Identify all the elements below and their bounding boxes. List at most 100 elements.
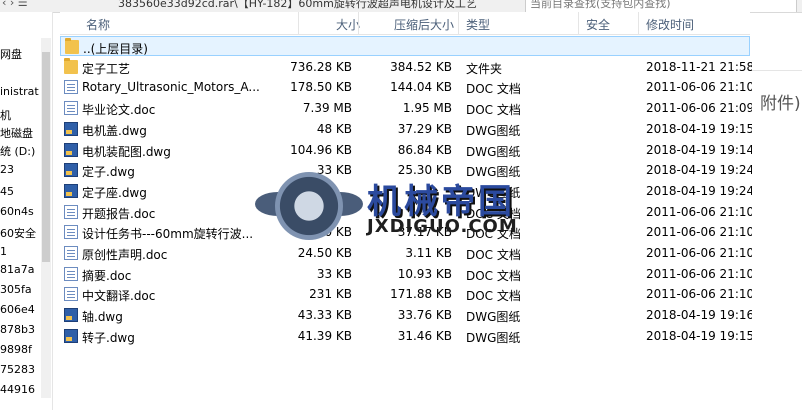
file-type: DOC 文档 [466,289,521,304]
breadcrumb-path[interactable]: 383560e33d92cd.rar\【HY-182】60mm旋转行波超声电机设… [118,0,477,11]
file-type: DWG图纸 [466,123,521,138]
file-packed-size: 3.11 KB [405,246,452,260]
file-row[interactable]: ..(上层目录) [60,36,750,56]
file-packed-size: 33.76 KB [397,308,452,323]
nav-scrollbar-thumb[interactable] [42,52,50,262]
file-packed-size: 10.93 KB [397,266,452,281]
nav-item[interactable]: 地磁盘 [0,125,33,141]
file-name: 电机装配图.dwg [82,144,171,159]
dwg-icon [64,328,78,343]
nav-item[interactable]: inistrat [0,85,39,98]
file-modified: 2018-04-19 19:15 [646,121,755,136]
col-security[interactable]: 安全 [586,16,610,33]
nav-item[interactable]: 81a7a [0,263,34,276]
chevron-icon[interactable]: ‹ › ☰ [2,0,28,9]
file-row[interactable]: 中文翻译.doc 231 KB 171.88 KB DOC 文档 2011-06-06 … [60,284,754,304]
doc-icon [64,287,78,302]
file-size: 48 KB [316,121,352,136]
file-name: 定子.dwg [82,165,135,180]
dwg-icon [64,121,78,136]
watermark-url: JXDIGUO.COM [367,216,518,237]
nav-item[interactable]: 75283 [0,363,35,376]
dwg-icon [64,183,78,198]
file-packed-size: 86.84 KB [397,142,452,157]
file-size: 231 KB [309,287,352,302]
file-name: ..(上层目录) [83,42,148,56]
nav-item[interactable]: 60n4s [0,205,34,218]
nav-item[interactable]: 网盘 [0,46,22,62]
col-type[interactable]: 类型 [466,16,490,33]
file-row[interactable]: Rotary_Ultrasonic_Motors_A... 178.50 KB 14… [60,77,754,97]
file-size: 33 KB [316,266,352,281]
nav-item[interactable]: 60安全 [0,225,36,241]
file-name: 原创性声明.doc [82,248,168,262]
nav-item[interactable]: 305fa [0,283,32,296]
file-packed-size: 171.88 KB [390,287,452,302]
file-row[interactable]: 定子工艺 736.28 KB 384.52 KB 文件夹 2018-11-21 21:5… [60,57,754,77]
col-modified[interactable]: 修改时间 [646,16,694,33]
doc-icon [64,266,78,281]
file-modified: 2018-04-19 19:14 [646,142,755,157]
file-packed-size: 37.29 KB [397,121,452,136]
file-modified: 2011-06-06 21:10 [646,246,755,260]
file-type: DOC 文档 [466,82,521,97]
file-row[interactable]: 毕业论文.doc 7.39 MB 1.95 MB DOC 文档 2011-06-06 2… [60,98,754,118]
col-size[interactable]: 大小 [336,16,360,33]
file-type: DWG图纸 [466,144,521,159]
doc-icon [64,225,78,240]
file-row[interactable]: 电机装配图.dwg 104.96 KB 86.84 KB DWG图纸 2018-04-1… [60,140,754,160]
file-modified: 2011-06-06 21:09 [646,101,755,116]
file-modified: 2011-06-06 21:10 [646,266,755,281]
file-modified: 2011-06-06 21:10 [646,80,755,95]
file-type: DWG图纸 [466,330,521,345]
col-packed[interactable]: 压缩后大小 [394,16,454,33]
nav-item[interactable]: 44916 [0,383,35,396]
col-name[interactable]: 名称 [86,16,110,33]
file-packed-size: 1.95 MB [402,101,452,116]
file-name: 定子座.dwg [82,185,147,200]
file-type: DOC 文档 [466,268,521,283]
doc-icon [64,204,78,219]
nav-item[interactable]: 606e4 [0,303,35,316]
file-modified: 2011-06-06 21:10 [646,287,755,302]
file-name: 中文翻译.doc [82,289,156,304]
file-modified: 2011-06-06 21:10 [646,225,755,240]
file-packed-size: 31.46 KB [397,328,452,343]
file-name: 电机盖.dwg [82,123,147,138]
nav-item[interactable]: 9898f [0,343,32,356]
file-row[interactable]: 转子.dwg 41.39 KB 31.46 KB DWG图纸 2018-04-19 19… [60,326,754,346]
file-modified: 2018-04-19 19:24 [646,163,755,178]
file-type: DWG图纸 [466,310,521,325]
file-name: 毕业论文.doc [82,103,156,118]
side-panel: 附件) [752,34,802,410]
dwg-icon [64,308,78,323]
dwg-icon [64,163,78,178]
file-name: 摘要.doc [82,268,132,283]
nav-item[interactable]: 统 (D:) [0,143,35,159]
file-modified: 2011-06-06 21:10 [646,204,755,219]
file-row[interactable]: 电机盖.dwg 48 KB 37.29 KB DWG图纸 2018-04-19 19:1… [60,119,754,139]
file-size: 24.50 KB [297,246,352,260]
nav-item[interactable]: 45 [0,185,14,198]
file-type: 文件夹 [466,61,503,76]
file-modified: 2018-04-19 19:24 [646,183,755,198]
nav-item[interactable]: 1 [0,245,7,258]
file-name: 设计任务书---60mm旋转行波... [82,227,254,242]
nav-item[interactable]: 23 [0,163,14,176]
nav-item[interactable]: 878b3 [0,323,35,336]
gear-icon [275,172,343,240]
file-row[interactable]: 原创性声明.doc 24.50 KB 3.11 KB DOC 文档 2011-06-06… [60,243,754,263]
file-name: 开题报告.doc [82,206,156,221]
folder-icon [64,57,78,74]
file-row[interactable]: 轴.dwg 43.33 KB 33.76 KB DWG图纸 2018-04-19 19:… [60,305,754,325]
file-row[interactable]: 摘要.doc 33 KB 10.93 KB DOC 文档 2011-06-06 21:1… [60,264,754,284]
file-name: 定子工艺 [82,61,131,76]
file-size: 178.50 KB [290,80,352,95]
file-size: 7.39 MB [302,101,352,116]
nav-item[interactable]: 机 [0,107,11,123]
file-modified: 2018-04-19 19:16 [646,308,755,323]
folder-icon [65,38,79,54]
doc-icon [64,80,78,95]
dwg-icon [64,142,78,157]
column-header: 名称 大小 压缩后大小 类型 安全 修改时间 [60,12,750,35]
